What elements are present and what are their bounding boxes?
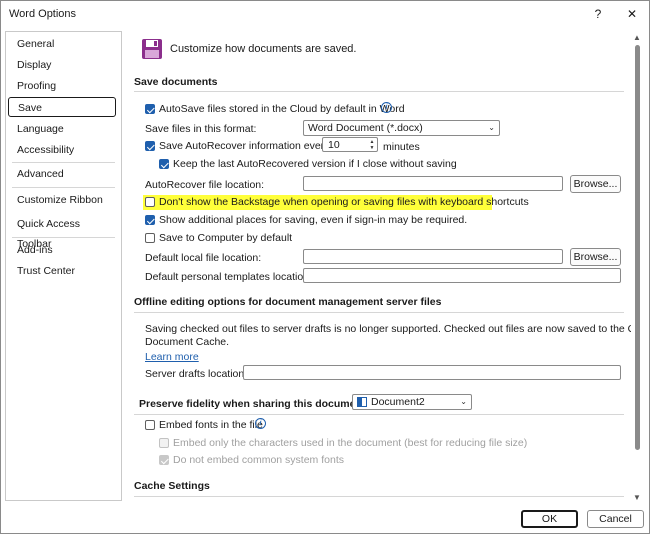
section-divider xyxy=(134,312,624,313)
floppy-disk-icon xyxy=(142,39,162,59)
autosave-cloud-checkbox[interactable] xyxy=(145,104,155,114)
server-drafts-location-label: Server drafts location: xyxy=(145,368,248,380)
dialog-title: Word Options xyxy=(9,8,77,20)
sidebar-item-customize-ribbon[interactable]: Customize Ribbon xyxy=(8,190,116,210)
autorecover-minutes-stepper[interactable]: 10 ▲ ▼ xyxy=(322,137,378,152)
autorecover-label: Save AutoRecover information every xyxy=(159,140,330,152)
sidebar-divider xyxy=(12,162,115,163)
section-divider xyxy=(134,91,624,92)
default-local-location-label: Default local file location: xyxy=(145,252,262,264)
default-local-browse-button[interactable]: Browse... xyxy=(570,248,621,266)
info-icon[interactable]: i xyxy=(381,102,392,113)
learn-more-link[interactable]: Learn more xyxy=(145,351,199,363)
default-templates-location-input[interactable] xyxy=(303,268,621,283)
format-label: Save files in this format: xyxy=(145,123,257,135)
sidebar-item-save[interactable]: Save xyxy=(8,97,116,117)
offline-message-line2: Document Cache. xyxy=(145,336,230,348)
sidebar-item-accessibility[interactable]: Accessibility xyxy=(8,140,116,160)
info-icon[interactable]: i xyxy=(255,418,266,429)
sidebar-item-quick-access-toolbar[interactable]: Quick Access Toolbar xyxy=(8,214,116,250)
save-to-computer-label: Save to Computer by default xyxy=(159,232,293,244)
dont-show-backstage-label: Don't show the Backstage when opening or… xyxy=(159,196,529,208)
autorecover-browse-button[interactable]: Browse... xyxy=(570,175,621,193)
save-format-dropdown[interactable]: Word Document (*.docx) ⌄ xyxy=(303,120,500,136)
autorecover-minutes-value: 10 xyxy=(328,139,340,151)
autosave-cloud-label: AutoSave files stored in the Cloud by de… xyxy=(159,103,405,115)
word-options-dialog: Word Options ? ✕ General Display Proofin… xyxy=(0,0,650,534)
sidebar-item-display[interactable]: Display xyxy=(8,55,116,75)
dont-show-backstage-checkbox[interactable] xyxy=(145,197,155,207)
chevron-down-icon: ⌄ xyxy=(460,397,467,406)
autorecover-checkbox[interactable] xyxy=(145,141,155,151)
content-scrollbar[interactable]: ▲ ▼ xyxy=(631,31,643,505)
no-common-fonts-checkbox[interactable] xyxy=(159,455,169,465)
embed-only-used-checkbox[interactable] xyxy=(159,438,169,448)
save-options-pane: Customize how documents are saved. Save … xyxy=(123,31,631,499)
section-heading-offline-editing: Offline editing options for document man… xyxy=(134,296,442,308)
embed-fonts-checkbox[interactable] xyxy=(145,420,155,430)
scroll-up-icon[interactable]: ▲ xyxy=(633,34,641,42)
default-local-location-input[interactable] xyxy=(303,249,563,264)
help-button[interactable]: ? xyxy=(587,5,609,23)
stepper-down-icon[interactable]: ▼ xyxy=(368,145,376,151)
section-divider xyxy=(134,496,624,497)
server-drafts-location-input[interactable] xyxy=(243,365,621,380)
save-to-computer-checkbox[interactable] xyxy=(145,233,155,243)
show-additional-places-checkbox[interactable] xyxy=(145,215,155,225)
sidebar-divider xyxy=(12,237,115,238)
chevron-down-icon: ⌄ xyxy=(488,123,495,132)
embed-fonts-label: Embed fonts in the file xyxy=(159,419,263,431)
autorecover-location-label: AutoRecover file location: xyxy=(145,179,265,191)
sidebar-item-general[interactable]: General xyxy=(8,34,116,54)
minutes-label: minutes xyxy=(383,141,420,153)
close-button[interactable]: ✕ xyxy=(621,5,643,23)
sidebar-item-proofing[interactable]: Proofing xyxy=(8,76,116,96)
sidebar-item-language[interactable]: Language xyxy=(8,119,116,139)
embed-only-used-label: Embed only the characters used in the do… xyxy=(173,437,528,449)
header-text: Customize how documents are saved. xyxy=(170,43,357,55)
sidebar-divider xyxy=(12,187,115,188)
section-heading-cache-settings: Cache Settings xyxy=(134,480,210,492)
default-templates-location-label: Default personal templates location: xyxy=(145,271,312,283)
title-bar: Word Options ? ✕ xyxy=(1,1,649,29)
no-common-fonts-label: Do not embed common system fonts xyxy=(173,454,344,466)
keep-last-checkbox[interactable] xyxy=(159,159,169,169)
fidelity-document-dropdown[interactable]: Document2 ⌄ xyxy=(352,394,472,410)
options-sidebar: General Display Proofing Save Language A… xyxy=(5,31,122,501)
ok-button[interactable]: OK xyxy=(521,510,578,528)
section-heading-save-documents: Save documents xyxy=(134,76,218,88)
section-heading-preserve-fidelity: Preserve fidelity when sharing this docu… xyxy=(139,398,369,410)
cancel-button[interactable]: Cancel xyxy=(587,510,644,528)
scroll-thumb[interactable] xyxy=(635,45,640,450)
show-additional-places-label: Show additional places for saving, even … xyxy=(159,214,468,226)
offline-message-line1: Saving checked out files to server draft… xyxy=(145,323,631,335)
sidebar-item-trust-center[interactable]: Trust Center xyxy=(8,261,116,281)
section-divider xyxy=(134,414,624,415)
save-format-value: Word Document (*.docx) xyxy=(308,122,423,134)
document-icon xyxy=(357,397,367,407)
fidelity-document-value: Document2 xyxy=(371,396,425,408)
autorecover-location-input[interactable] xyxy=(303,176,563,191)
scroll-down-icon[interactable]: ▼ xyxy=(633,494,641,502)
keep-last-label: Keep the last AutoRecovered version if I… xyxy=(173,158,457,170)
sidebar-item-add-ins[interactable]: Add-ins xyxy=(8,240,116,260)
sidebar-item-advanced[interactable]: Advanced xyxy=(8,164,116,184)
